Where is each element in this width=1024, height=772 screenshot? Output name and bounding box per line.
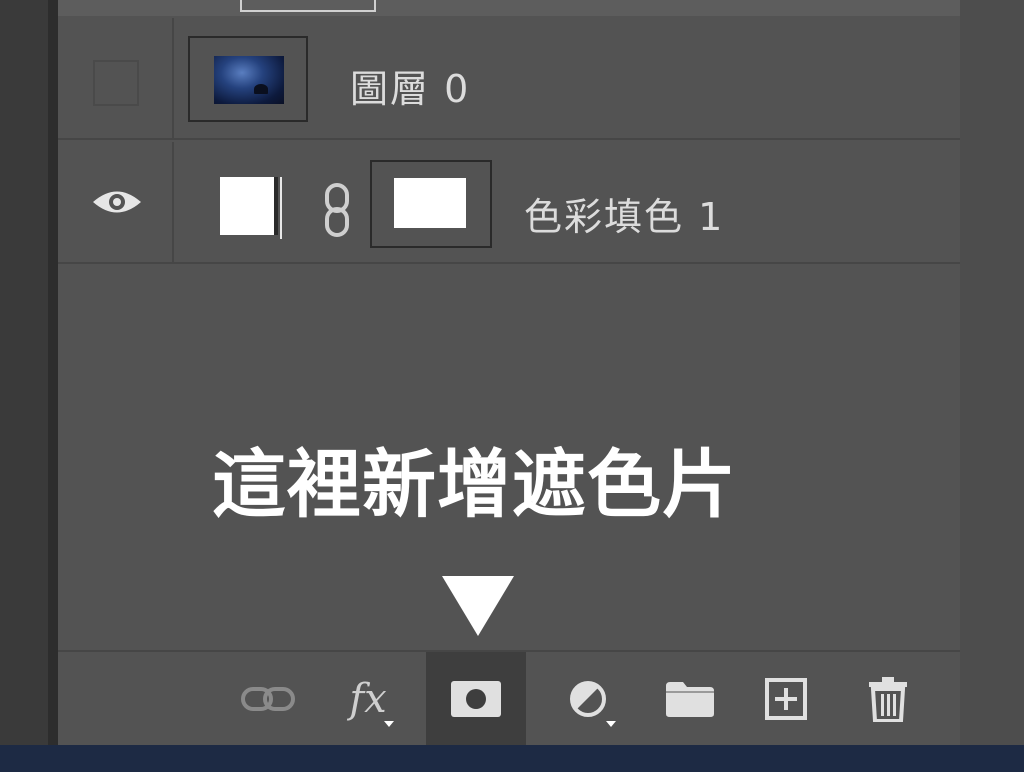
chain-link-icon[interactable] <box>322 182 352 238</box>
add-mask-button[interactable] <box>426 652 526 745</box>
menu-triangle-icon <box>606 721 616 727</box>
fx-icon: fx <box>349 675 387 722</box>
adjustment-layer-icon <box>570 680 606 717</box>
left-panel-strip <box>0 0 48 745</box>
menu-triangle-icon <box>384 721 394 727</box>
image-thumbnail <box>214 56 284 104</box>
color-fill-swatch[interactable] <box>220 177 278 235</box>
down-arrow-pointer <box>442 576 514 636</box>
layer-row-0[interactable]: 圖層 0 <box>58 18 960 140</box>
folder-icon <box>666 681 714 717</box>
toolbar-corner <box>960 650 1024 745</box>
link-layers-button[interactable] <box>228 652 308 745</box>
layer-mask-thumbnail[interactable] <box>370 160 492 248</box>
layer-thumbnail <box>240 0 376 12</box>
new-group-button[interactable] <box>650 652 730 745</box>
adjustment-layer-button[interactable] <box>548 652 628 745</box>
delete-layer-button[interactable] <box>848 652 928 745</box>
swatch-edge <box>280 177 282 239</box>
panel-divider <box>48 0 58 745</box>
new-layer-button[interactable] <box>746 652 826 745</box>
add-mask-icon <box>451 680 501 717</box>
link-icon <box>241 686 295 711</box>
visibility-cell[interactable] <box>58 142 174 262</box>
trash-icon <box>869 676 907 722</box>
annotation-text: 這裡新增遮色片 <box>212 442 737 528</box>
layer-thumbnail-frame[interactable] <box>188 36 308 122</box>
layer-name[interactable]: 色彩填色 1 <box>524 186 724 241</box>
visibility-toggle-empty[interactable] <box>93 60 139 106</box>
mask-fill <box>394 178 466 228</box>
layer-row-partial[interactable] <box>58 0 960 16</box>
scrollbar-track[interactable] <box>960 0 1024 745</box>
taskbar-strip <box>0 745 1024 772</box>
eye-icon[interactable] <box>91 187 143 217</box>
layer-style-button[interactable]: fx <box>328 652 408 745</box>
layer-row-1[interactable]: 色彩填色 1 <box>58 142 960 264</box>
layers-toolbar: fx <box>58 650 960 745</box>
layer-name[interactable]: 圖層 0 <box>350 58 470 113</box>
new-layer-icon <box>765 677 807 720</box>
visibility-cell[interactable] <box>58 18 174 138</box>
